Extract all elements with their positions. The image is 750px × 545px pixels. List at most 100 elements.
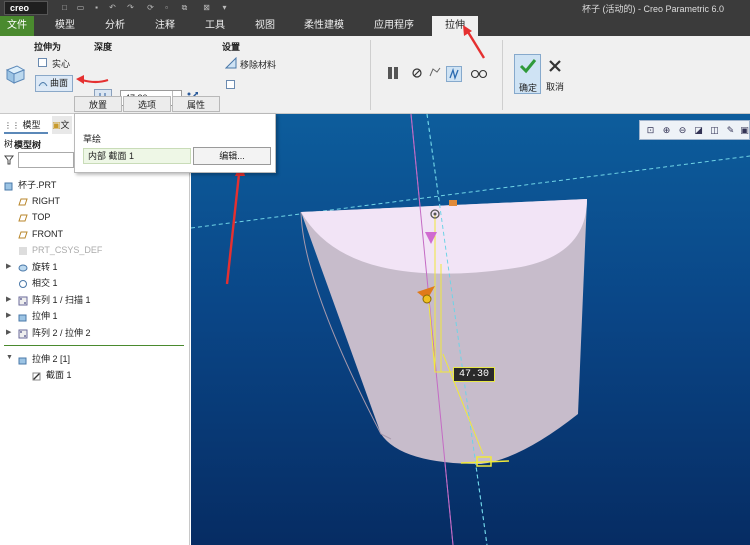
copy-icon[interactable]: ⧉ — [180, 3, 189, 12]
revolve-icon — [18, 264, 28, 272]
depth-label: 深度 — [94, 42, 113, 52]
tree-item-top[interactable]: TOP — [18, 209, 50, 225]
model-graphics — [191, 114, 750, 545]
tab-file[interactable]: 文件 — [0, 16, 34, 36]
checkmark-icon — [519, 59, 537, 74]
subtab-options[interactable]: 选项 — [123, 96, 171, 112]
thicken-checkbox[interactable] — [226, 80, 235, 89]
extrude-feature-icon — [5, 65, 26, 84]
tree-item-label: 相交 1 — [32, 278, 58, 288]
tab-tools[interactable]: 工具 — [194, 16, 236, 36]
preview-icon[interactable] — [428, 66, 442, 80]
sketch-icon — [32, 372, 41, 381]
customize-dropdown-icon[interactable]: ▾ — [220, 3, 229, 12]
datum-plane-icon — [18, 214, 28, 222]
close-window-icon[interactable]: ⊠ — [202, 3, 211, 12]
depth-dimension-label[interactable]: 47.30 — [453, 367, 495, 382]
tree-icon: ⋮⋮ — [4, 121, 20, 130]
surface-button[interactable]: 曲面 — [35, 75, 73, 92]
pause-icon[interactable] — [386, 66, 400, 80]
intersect-icon — [19, 279, 27, 288]
tab-view[interactable]: 视图 — [244, 16, 286, 36]
tree-item-pattern-1[interactable]: 阵列 1 / 扫描 1 — [18, 292, 91, 308]
tree-item-pattern-2[interactable]: 阵列 2 / 拉伸 2 — [18, 325, 91, 341]
tree-item-label: FRONT — [32, 229, 63, 239]
tree-item-revolve[interactable]: 旋转 1 — [18, 259, 58, 275]
surface-label: 曲面 — [50, 78, 69, 88]
tree-item-part[interactable]: 杯子.PRT — [4, 177, 56, 193]
graphics-viewport[interactable]: ⊡ ⊕ ⊖ ◪ ◫ ✎ ▣ 47.30 — [191, 114, 750, 545]
collapse-icon[interactable]: ▼ — [6, 354, 13, 361]
insert-indicator-line — [4, 345, 184, 346]
tab-analysis[interactable]: 分析 — [94, 16, 136, 36]
tree-item-label: 截面 1 — [46, 370, 72, 380]
glasses-preview-icon[interactable] — [470, 67, 488, 79]
tree-item-extrude-2[interactable]: 拉伸 2 [1] — [18, 351, 70, 367]
zoom-out-icon[interactable]: ⊖ — [676, 124, 689, 137]
window-icon[interactable]: ▫ — [162, 3, 171, 12]
expand-icon[interactable]: ▶ — [6, 328, 11, 336]
tree-item-intersect[interactable]: 相交 1 — [18, 275, 58, 291]
tab-flexible-modeling[interactable]: 柔性建模 — [294, 16, 354, 36]
cancel-button[interactable]: 取消 — [544, 54, 568, 94]
expand-icon[interactable]: ▶ — [6, 311, 11, 319]
refit-icon[interactable]: ⊡ — [644, 124, 657, 137]
remove-material-icon[interactable] — [225, 57, 237, 69]
annotation-arrow-extrude-tab — [463, 25, 486, 59]
tab-folder-browser[interactable]: ▣文 — [52, 116, 72, 134]
expand-icon[interactable]: ▶ — [6, 295, 11, 303]
verify-mode-button[interactable] — [446, 66, 462, 82]
zoom-in-icon[interactable]: ⊕ — [660, 124, 673, 137]
filter-icon[interactable] — [4, 155, 14, 165]
model-tree-header: 模型树 — [14, 140, 42, 150]
regenerate-icon[interactable]: ⟳ — [146, 3, 155, 12]
tree-item-label: PRT_CSYS_DEF — [32, 245, 103, 255]
datum-plane-icon — [18, 198, 28, 206]
cancel-label: 取消 — [546, 82, 565, 92]
creo-logo: creo — [4, 1, 48, 15]
tree-item-label: 拉伸 1 — [32, 311, 58, 321]
ok-button[interactable]: 确定 — [514, 54, 541, 94]
extrude-icon — [18, 357, 27, 365]
repaint-icon[interactable]: ◪ — [692, 124, 705, 137]
display-style-icon[interactable]: ▣ — [738, 124, 750, 137]
remove-material-label[interactable]: 移除材料 — [240, 58, 276, 71]
csys-icon — [19, 246, 27, 255]
tab-applications[interactable]: 应用程序 — [364, 16, 424, 36]
open-file-icon[interactable]: ▭ — [76, 3, 85, 12]
pattern-icon — [18, 296, 28, 306]
sketch-collector[interactable]: 内部 截面 1 — [83, 148, 191, 164]
menu-bar: 文件 模型 分析 注释 工具 视图 柔性建模 应用程序 拉伸 — [0, 16, 750, 36]
tree-search-input[interactable] — [18, 152, 74, 168]
orient-icon[interactable]: ◫ — [708, 124, 721, 137]
tab-model-tree[interactable]: ⋮⋮ 模型树 — [4, 116, 48, 149]
no-preview-icon[interactable] — [412, 68, 422, 78]
section-icon[interactable]: ✎ — [724, 124, 737, 137]
tab-annotate[interactable]: 注释 — [144, 16, 186, 36]
subtab-properties[interactable]: 属性 — [172, 96, 220, 112]
redo-icon[interactable]: ↷ — [126, 3, 135, 12]
tree-item-label: 阵列 2 / 拉伸 2 — [32, 328, 91, 338]
view-toolbar: ⊡ ⊕ ⊖ ◪ ◫ ✎ ▣ — [639, 120, 750, 140]
expand-icon[interactable]: ▶ — [6, 262, 11, 270]
orange-marker — [449, 200, 457, 206]
undo-icon[interactable]: ↶ — [108, 3, 117, 12]
save-icon[interactable]: ▪ — [92, 3, 101, 12]
subtab-placement[interactable]: 放置 — [74, 96, 122, 112]
new-file-icon[interactable]: □ — [60, 3, 69, 12]
ok-label: 确定 — [519, 83, 538, 93]
extrude-as-label: 拉伸为 — [34, 42, 62, 52]
tab-other-label: 文 — [60, 120, 70, 130]
solid-checkbox[interactable] — [38, 58, 47, 67]
tree-item-extrude-1[interactable]: 拉伸 1 — [18, 308, 58, 324]
tab-model[interactable]: 模型 — [44, 16, 86, 36]
edit-sketch-button[interactable]: 编辑... — [193, 147, 271, 165]
tree-item-label: 旋转 1 — [32, 262, 58, 272]
cancel-x-icon — [549, 60, 561, 72]
solid-label: 实心 — [52, 59, 71, 69]
tree-item-section[interactable]: 截面 1 — [32, 367, 72, 383]
tree-item-csys[interactable]: PRT_CSYS_DEF — [18, 242, 102, 258]
tree-item-right[interactable]: RIGHT — [18, 193, 60, 209]
tree-item-front[interactable]: FRONT — [18, 226, 63, 242]
tree-item-label: 阵列 1 / 扫描 1 — [32, 295, 91, 305]
